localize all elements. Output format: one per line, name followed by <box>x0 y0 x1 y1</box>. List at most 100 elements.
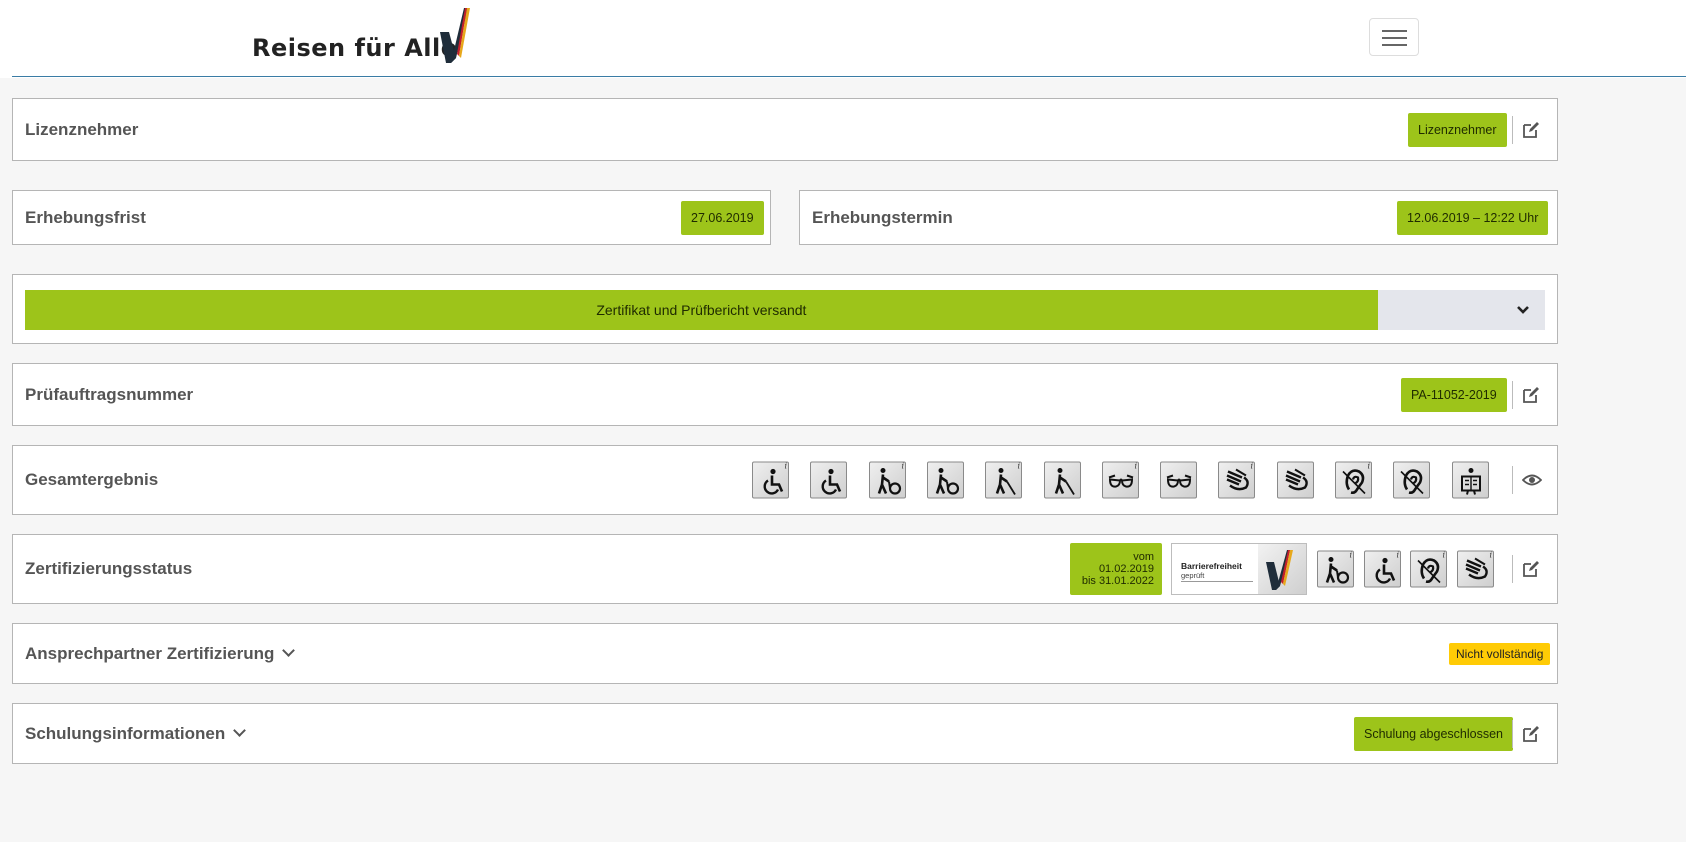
validity-badge: vom 01.02.2019 bis 31.01.2022 <box>1070 543 1162 595</box>
info-mark: i <box>1349 550 1352 560</box>
training-title[interactable]: Schulungsinformationen <box>25 723 247 744</box>
accessibility-tile[interactable]: i <box>1317 550 1354 588</box>
cognitive-impairment-icon <box>1461 468 1481 495</box>
separator <box>1512 466 1513 494</box>
accessibility-tile[interactable]: i <box>1457 550 1494 588</box>
certification-contact-title[interactable]: Ansprechpartner Zertifizierung <box>25 643 296 664</box>
walking-impairment-icon <box>935 468 960 495</box>
certification-contact-panel[interactable]: Ansprechpartner Zertifizierung Nicht vol… <box>12 623 1558 684</box>
appointment-title: Erhebungstermin <box>812 207 953 227</box>
visual-impairment-info-icon <box>1108 474 1134 488</box>
certification-seal[interactable]: Barrierefreiheit geprüft <box>1171 543 1307 595</box>
brand-logo-icon[interactable] <box>440 8 470 64</box>
edit-icon[interactable] <box>1521 559 1541 579</box>
edit-icon[interactable] <box>1521 385 1541 405</box>
appointment-panel: Erhebungstermin 12.06.2019 – 12:22 Uhr <box>799 190 1558 245</box>
separator <box>1512 115 1513 144</box>
accessibility-tile[interactable] <box>1393 461 1430 499</box>
accessibility-tile[interactable] <box>810 461 847 499</box>
certification-status-panel: Zertifizierungsstatus vom 01.02.2019 bis… <box>12 534 1558 604</box>
hearing-impairment-icon <box>1400 469 1424 495</box>
accessibility-tile[interactable] <box>927 461 964 499</box>
sign-language-info-icon <box>1226 468 1249 491</box>
chevron-down-icon[interactable] <box>1515 302 1531 318</box>
edit-icon[interactable] <box>1521 120 1541 140</box>
training-status-badge: Schulung abgeschlossen <box>1354 716 1513 751</box>
seal-subtitle: geprüft <box>1181 571 1205 580</box>
order-number-badge: PA-11052-2019 <box>1401 377 1507 412</box>
seal-divider <box>1181 581 1253 582</box>
training-panel[interactable]: Schulungsinformationen Schulung abgeschl… <box>12 703 1558 764</box>
accessibility-tile[interactable]: i <box>869 461 906 499</box>
info-mark: i <box>1489 550 1492 560</box>
accessibility-tile[interactable]: i <box>1218 461 1255 499</box>
hamburger-menu-button[interactable] <box>1369 18 1419 56</box>
valid-from: vom 01.02.2019 <box>1098 551 1154 575</box>
brand-name[interactable]: Reisen für Alle <box>252 34 458 62</box>
accessibility-tile[interactable]: i <box>985 461 1022 499</box>
seal-title: Barrierefreiheit <box>1181 561 1242 571</box>
status-progress-label: Zertifikat und Prüfbericht versandt <box>596 302 807 318</box>
accessibility-tile[interactable]: i <box>1335 461 1372 499</box>
status-progress-bar[interactable]: Zertifikat und Prüfbericht versandt <box>25 290 1545 330</box>
order-number-panel: Prüfauftragsnummer PA-11052-2019 <box>12 363 1558 426</box>
eye-icon[interactable] <box>1522 473 1542 487</box>
chevron-down-icon <box>233 723 247 737</box>
info-mark: i <box>901 461 904 471</box>
licensee-badge: Lizenznehmer <box>1408 112 1507 147</box>
accessibility-tile[interactable] <box>1277 461 1314 499</box>
walking-impairment-info-icon <box>877 468 902 495</box>
hamburger-menu-icon <box>1382 30 1407 32</box>
blind-cane-info-icon <box>995 468 1016 495</box>
accessibility-tile[interactable]: i <box>1410 550 1447 588</box>
licensee-title: Lizenznehmer <box>25 119 139 139</box>
info-mark: i <box>1367 461 1370 471</box>
chevron-down-icon <box>282 643 296 657</box>
overall-result-panel: Gesamtergebnis i i i i i i <box>12 445 1558 515</box>
edit-icon[interactable] <box>1521 724 1541 744</box>
info-mark: i <box>1396 550 1399 560</box>
wheelchair-info-icon <box>1375 557 1396 584</box>
status-progress-panel: Zertifikat und Prüfbericht versandt <box>12 274 1558 344</box>
seal-v-mark <box>1266 550 1293 590</box>
visual-impairment-icon <box>1166 474 1192 488</box>
info-mark: i <box>1442 550 1445 560</box>
overall-result-title: Gesamtergebnis <box>25 470 159 489</box>
wheelchair-info-icon <box>763 468 784 495</box>
valid-to: bis 31.01.2022 <box>1081 575 1154 587</box>
main-content: Lizenznehmer Lizenznehmer Erhebungsfrist… <box>0 78 1686 842</box>
wheelchair-icon <box>821 468 842 495</box>
training-label: Schulungsinformationen <box>25 723 226 743</box>
status-badge: Nicht vollständig <box>1449 642 1551 665</box>
hearing-impairment-info-icon <box>1342 469 1366 495</box>
hamburger-line <box>1382 44 1407 46</box>
accessibility-tile[interactable] <box>1452 461 1489 499</box>
accessibility-tile[interactable] <box>1044 461 1081 499</box>
deadline-panel: Erhebungsfrist 27.06.2019 <box>12 190 771 245</box>
accessibility-tile[interactable]: i <box>1364 550 1401 588</box>
accessibility-tile[interactable]: i <box>752 461 789 499</box>
licensee-panel: Lizenznehmer Lizenznehmer <box>12 98 1558 161</box>
info-mark: i <box>1250 461 1253 471</box>
appointment-date-badge: 12.06.2019 – 12:22 Uhr <box>1397 200 1549 235</box>
separator <box>1512 555 1513 583</box>
certification-status-title: Zertifizierungsstatus <box>25 559 193 578</box>
accessibility-tile[interactable]: i <box>1102 461 1139 499</box>
sign-language-icon <box>1285 468 1308 491</box>
top-navbar: Reisen für Alle <box>0 0 1686 78</box>
sign-language-info-icon <box>1465 557 1488 580</box>
info-mark: i <box>1134 461 1137 471</box>
seal-logo-icon <box>1258 544 1306 594</box>
separator <box>1512 380 1513 409</box>
header-divider <box>12 76 1686 77</box>
deadline-date-badge: 27.06.2019 <box>681 200 764 235</box>
walking-impairment-info-icon <box>1325 557 1350 584</box>
separator <box>1512 719 1513 748</box>
accessibility-tile[interactable] <box>1160 461 1197 499</box>
hamburger-line <box>1382 37 1407 39</box>
info-mark: i <box>1017 461 1020 471</box>
order-number-title: Prüfauftragsnummer <box>25 384 194 404</box>
certification-contact-label: Ansprechpartner Zertifizierung <box>25 643 275 663</box>
info-mark: i <box>784 461 787 471</box>
hearing-impairment-info-icon <box>1417 558 1441 584</box>
